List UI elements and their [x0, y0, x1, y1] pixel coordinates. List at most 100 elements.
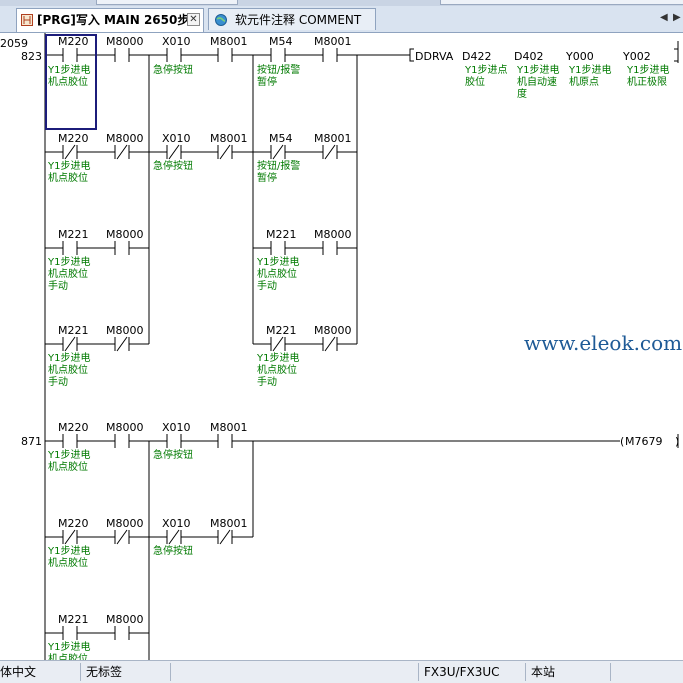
- svg-text:急停按钮: 急停按钮: [153, 448, 193, 461]
- svg-text:M8001: M8001: [210, 421, 248, 434]
- svg-text:M8001: M8001: [210, 517, 248, 530]
- contact-m221-nc[interactable]: M221: [58, 324, 89, 352]
- svg-text:手动: 手动: [48, 279, 68, 292]
- contact-m8000-no[interactable]: M8000: [106, 35, 144, 62]
- step-number-top: 2059: [0, 37, 28, 50]
- tab-scroll-left-icon[interactable]: ◀: [660, 12, 668, 23]
- contact-m221-no[interactable]: M221: [58, 228, 89, 255]
- svg-text:M8000: M8000: [106, 132, 144, 145]
- comment-globe-icon: [215, 14, 227, 26]
- svg-text:D422: D422: [462, 50, 491, 63]
- contact-m220-nc-r2[interactable]: M220: [58, 517, 89, 545]
- tab-scroll-right-icon[interactable]: ▶: [673, 12, 681, 23]
- svg-text:机自动速: 机自动速: [517, 75, 557, 88]
- contact-x010-nc[interactable]: X010: [162, 132, 191, 160]
- contact-m8001-no[interactable]: M8001: [210, 35, 248, 62]
- comment-x010: 急停按钮: [153, 63, 193, 76]
- svg-text:M220: M220: [58, 517, 89, 530]
- ladder-program-icon: [21, 14, 33, 26]
- svg-text:M8001: M8001: [210, 35, 248, 48]
- svg-text:M8001: M8001: [210, 132, 248, 145]
- contact-m8001-nc-r2[interactable]: M8001: [210, 517, 248, 545]
- svg-text:X010: X010: [162, 132, 191, 145]
- contact-x010-no[interactable]: X010: [162, 35, 191, 62]
- contact-m221-no-b[interactable]: M221: [266, 228, 297, 255]
- contact-m8000-no-r3b[interactable]: M8000: [314, 228, 352, 255]
- svg-text:Y1步进点: Y1步进点: [464, 64, 507, 76]
- contact-m8000-no-r2c[interactable]: M8000: [106, 613, 144, 640]
- svg-text:Y000: Y000: [565, 50, 594, 63]
- watermark: www.eleok.com: [524, 331, 682, 355]
- contact-m220-no-r2[interactable]: M220: [58, 421, 89, 448]
- contact-m8001-no-r2[interactable]: M8001: [210, 421, 248, 448]
- contact-m8000-no-r2[interactable]: M8000: [106, 421, 144, 448]
- svg-text:M220: M220: [58, 132, 89, 145]
- svg-text:机点胶位: 机点胶位: [48, 363, 88, 376]
- contact-m8001-nc-b[interactable]: M8001: [314, 132, 352, 160]
- svg-text:X010: X010: [162, 35, 191, 48]
- svg-text:M8000: M8000: [106, 421, 144, 434]
- status-language: 体中文: [0, 665, 37, 679]
- svg-text:胶位: 胶位: [465, 75, 485, 88]
- svg-text:暂停: 暂停: [257, 171, 277, 184]
- svg-text:度: 度: [517, 87, 527, 100]
- coil-m7679[interactable]: ( M7679 ): [620, 435, 679, 448]
- svg-text:机点胶位: 机点胶位: [48, 556, 88, 569]
- instruction-ddrva[interactable]: DDRVA D422 D402 Y000 Y002 Y1步进点 胶位 Y1步进电…: [409, 48, 679, 100]
- svg-text:机点胶位: 机点胶位: [48, 75, 88, 88]
- step-number-rung2: 871: [21, 435, 42, 448]
- svg-text:Y1步进电: Y1步进电: [256, 351, 299, 364]
- svg-text:Y1步进电: Y1步进电: [516, 63, 559, 76]
- svg-text:D402: D402: [514, 50, 543, 63]
- svg-text:M8000: M8000: [106, 35, 144, 48]
- svg-text:Y1步进电: Y1步进电: [47, 351, 90, 364]
- svg-text:DDRVA: DDRVA: [415, 50, 454, 63]
- svg-text:M8000: M8000: [314, 228, 352, 241]
- svg-text:手动: 手动: [48, 375, 68, 388]
- contact-m220-no[interactable]: M220: [58, 35, 89, 62]
- contact-m8000-nc-r4[interactable]: M8000: [106, 324, 144, 352]
- contact-m8000-nc-r4b[interactable]: M8000: [314, 324, 352, 352]
- contact-x010-no-r2[interactable]: X010: [162, 421, 191, 448]
- svg-text:M8001: M8001: [314, 35, 352, 48]
- tab-main-program[interactable]: [PRG]写入 MAIN 2650步 ✕: [16, 8, 204, 32]
- contact-m220-nc[interactable]: M220: [58, 132, 89, 160]
- document-tab-bar: [PRG]写入 MAIN 2650步 ✕ 软元件注释 COMMENT ◀ ▶: [0, 6, 683, 33]
- contact-m8000-nc-r2[interactable]: M8000: [106, 517, 144, 545]
- svg-text:机原点: 机原点: [569, 75, 599, 88]
- contact-m8000-nc[interactable]: M8000: [106, 132, 144, 160]
- contact-m8001-nc[interactable]: M8001: [210, 132, 248, 160]
- contact-x010-nc-r2[interactable]: X010: [162, 517, 191, 545]
- tab-main-label: [PRG]写入 MAIN 2650步: [37, 13, 190, 27]
- contact-m8001-no-b[interactable]: M8001: [314, 35, 352, 62]
- svg-text:M221: M221: [266, 324, 297, 337]
- contact-m221-nc-b[interactable]: M221: [266, 324, 297, 352]
- svg-text:M220: M220: [58, 35, 89, 48]
- svg-text:X010: X010: [162, 517, 191, 530]
- contact-m54-no[interactable]: M54: [269, 35, 293, 62]
- svg-text:手动: 手动: [257, 279, 277, 292]
- contact-m54-nc[interactable]: M54: [269, 132, 293, 160]
- svg-text:Y1步进电: Y1步进电: [47, 159, 90, 172]
- tab-comment-label: 软元件注释 COMMENT: [235, 13, 362, 27]
- svg-text:机点胶位: 机点胶位: [48, 652, 88, 660]
- svg-text:(: (: [620, 435, 624, 448]
- close-tab-icon[interactable]: ✕: [187, 13, 200, 26]
- svg-text:Y002: Y002: [622, 50, 651, 63]
- tab-device-comment[interactable]: 软元件注释 COMMENT: [208, 8, 376, 30]
- contact-m8000-no-r3[interactable]: M8000: [106, 228, 144, 255]
- svg-text:机点胶位: 机点胶位: [48, 267, 88, 280]
- svg-text:M221: M221: [58, 613, 89, 626]
- contact-m221-no-r2[interactable]: M221: [58, 613, 89, 640]
- svg-text:M221: M221: [266, 228, 297, 241]
- status-bar: 体中文 无标签 FX3U/FX3UC 本站: [0, 660, 683, 683]
- svg-text:机点胶位: 机点胶位: [48, 460, 88, 473]
- svg-text:急停按钮: 急停按钮: [153, 159, 193, 172]
- ladder-editor[interactable]: 2059 823 871 M220 M8000 X010 M8001 M54 M…: [0, 33, 683, 660]
- svg-text:机点胶位: 机点胶位: [257, 267, 297, 280]
- svg-text:M221: M221: [58, 228, 89, 241]
- svg-text:M8000: M8000: [106, 228, 144, 241]
- comment-m220: Y1步进电: [47, 63, 90, 76]
- svg-text:Y1步进电: Y1步进电: [626, 63, 669, 76]
- status-station: 本站: [531, 665, 556, 679]
